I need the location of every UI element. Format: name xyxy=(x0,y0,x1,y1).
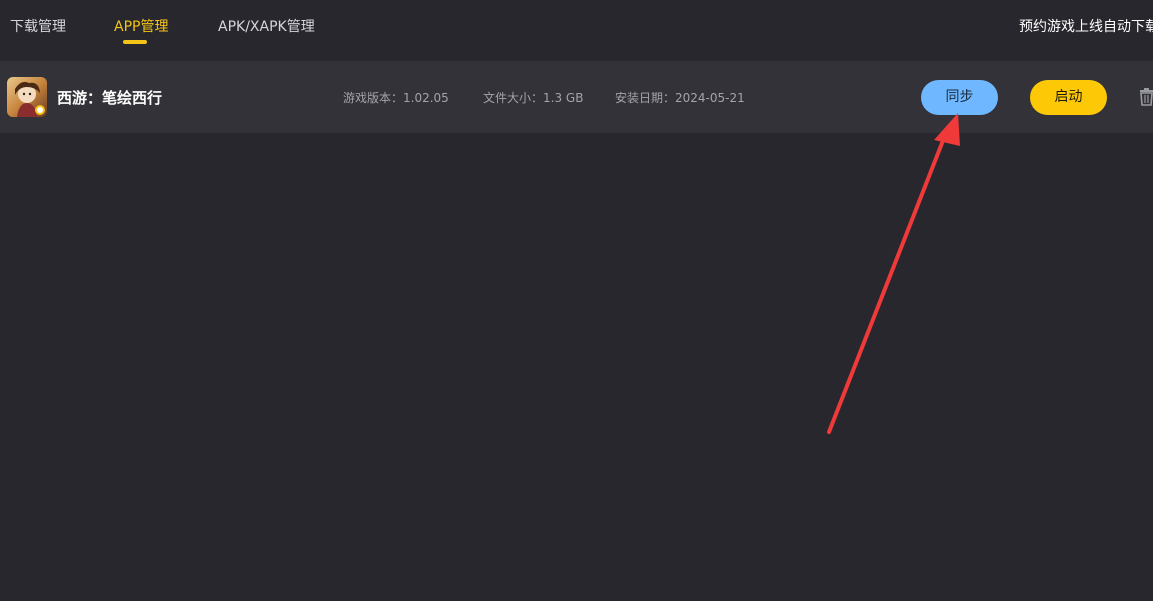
preorder-auto-download-link[interactable]: 预约游戏上线自动下载 xyxy=(1019,16,1153,36)
tab-download-management[interactable]: 下载管理 xyxy=(10,16,66,36)
app-list-item: 西游：笔绘西行 游戏版本：1.02.05 文件大小：1.3 GB 安装日期：20… xyxy=(0,61,1153,133)
tab-apk-xapk-management[interactable]: APK/XAPK管理 xyxy=(218,16,315,36)
launch-button[interactable]: 启动 xyxy=(1030,80,1107,115)
sync-button[interactable]: 同步 xyxy=(921,80,998,115)
tab-app-management[interactable]: APP管理 xyxy=(114,16,168,36)
tab-bar: 下载管理 APP管理 APK/XAPK管理 预约游戏上线自动下载 xyxy=(0,0,1153,58)
game-thumbnail-icon xyxy=(7,77,47,117)
install-date: 安装日期：2024-05-21 xyxy=(615,91,745,105)
active-tab-indicator xyxy=(123,40,147,44)
app-window: 下载管理 APP管理 APK/XAPK管理 预约游戏上线自动下载 西游：笔绘西行… xyxy=(0,0,1153,601)
game-version: 游戏版本：1.02.05 xyxy=(343,91,449,105)
app-name: 西游：笔绘西行 xyxy=(57,89,163,107)
trash-icon[interactable] xyxy=(1139,88,1153,106)
file-size: 文件大小：1.3 GB xyxy=(483,91,584,105)
